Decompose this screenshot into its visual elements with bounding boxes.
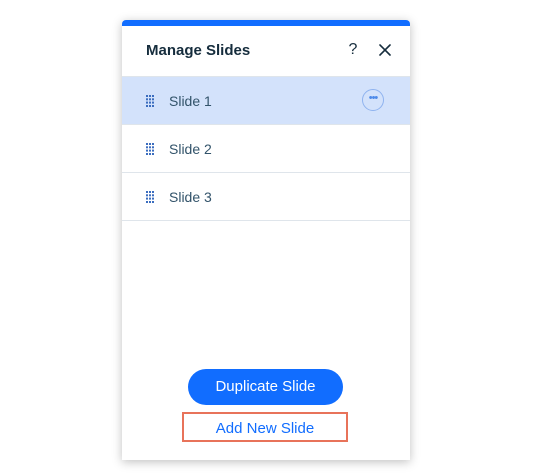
slide-row-3[interactable]: Slide 3 xyxy=(122,173,410,221)
slide-label: Slide 2 xyxy=(169,141,212,157)
drag-handle-icon[interactable] xyxy=(146,95,154,107)
slide-row-1[interactable]: Slide 1 ••• xyxy=(122,77,410,125)
manage-slides-panel: Manage Slides ? Slide 1 ••• Slide 2 Slid… xyxy=(122,20,410,460)
drag-handle-icon[interactable] xyxy=(146,143,154,155)
more-actions-icon: ••• xyxy=(368,92,379,104)
drag-handle-icon[interactable] xyxy=(146,191,154,203)
panel-title: Manage Slides xyxy=(146,42,251,59)
slides-list: Slide 1 ••• Slide 2 Slide 3 xyxy=(122,76,410,221)
help-button[interactable]: ? xyxy=(346,40,360,60)
panel-header: Manage Slides ? xyxy=(122,26,410,76)
slide-label: Slide 1 xyxy=(169,93,212,109)
close-icon xyxy=(379,44,391,56)
slide-row-2[interactable]: Slide 2 xyxy=(122,125,410,173)
slide-label: Slide 3 xyxy=(169,189,212,205)
add-new-slide-link[interactable]: Add New Slide xyxy=(184,414,346,440)
more-actions-button[interactable]: ••• xyxy=(362,89,384,111)
duplicate-slide-button[interactable]: Duplicate Slide xyxy=(188,369,343,405)
add-new-slide-highlight: Add New Slide xyxy=(182,412,348,442)
question-mark-icon: ? xyxy=(348,41,358,58)
close-button[interactable] xyxy=(377,42,393,58)
